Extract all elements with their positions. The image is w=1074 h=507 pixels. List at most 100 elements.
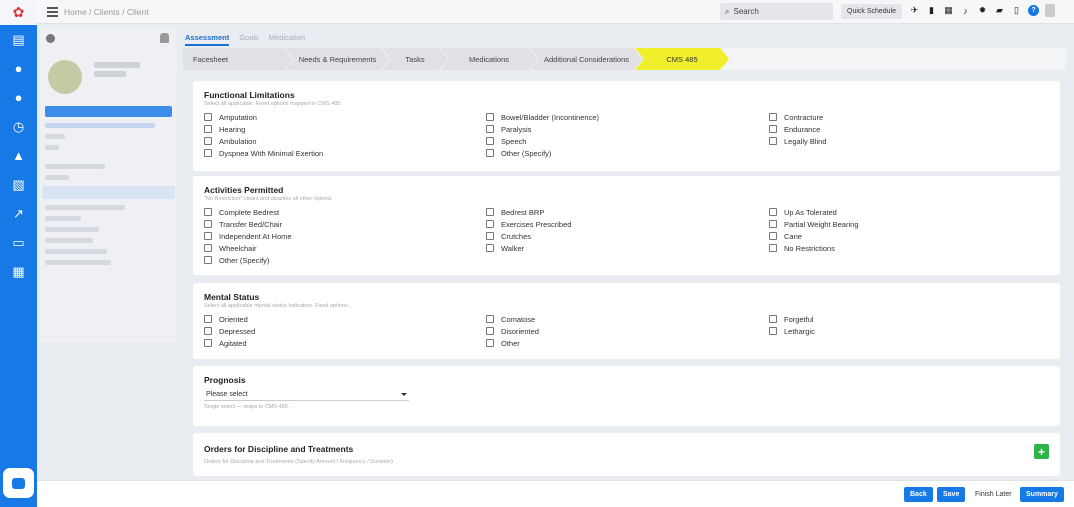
checkbox-option[interactable]: Partial Weight Bearing xyxy=(769,218,858,230)
avatar xyxy=(48,60,82,94)
calendar-icon[interactable]: ▦ xyxy=(943,5,954,16)
checkbox-option[interactable]: Complete Bedrest xyxy=(204,206,292,218)
step-tasks[interactable]: Tasks xyxy=(382,48,448,70)
documents-icon[interactable]: ▦ xyxy=(0,257,37,286)
step-needs-requirements[interactable]: Needs & Requirements xyxy=(285,48,390,70)
search-icon: ⌕ xyxy=(725,6,730,16)
user-icon[interactable]: ● xyxy=(0,83,37,112)
checkbox-option[interactable]: Bedrest BRP xyxy=(486,206,571,218)
tab-goals[interactable]: Goals xyxy=(239,28,259,46)
rocket-icon[interactable]: ✈ xyxy=(909,5,920,16)
checkbox-option[interactable]: Lethargic xyxy=(769,325,815,337)
section-title: Prognosis xyxy=(204,375,246,385)
section-hint: Select all applicable. Fixed options map… xyxy=(204,101,342,107)
footer-bar: Back Save Finish Later Summary xyxy=(37,480,1074,507)
checkbox-option[interactable]: Ambulation xyxy=(204,135,323,147)
gear-icon[interactable]: ✹ xyxy=(977,5,988,16)
tab-medication[interactable]: Medication xyxy=(269,28,305,46)
step-facesheet[interactable]: Facesheet xyxy=(183,48,293,70)
checkbox-option[interactable]: Contracture xyxy=(769,111,827,123)
checkbox-option[interactable]: Comatose xyxy=(486,313,539,325)
user-avatar-icon[interactable] xyxy=(1045,4,1055,17)
checkbox-option[interactable]: Cane xyxy=(769,230,858,242)
checkbox-option[interactable]: Speech xyxy=(486,135,599,147)
checkbox-option[interactable]: Dyspnea With Minimal Exertion xyxy=(204,147,323,159)
help-icon[interactable]: ? xyxy=(1028,5,1039,16)
checkbox-option[interactable]: Agitated xyxy=(204,337,255,349)
dashboard-icon[interactable]: ▤ xyxy=(0,25,37,54)
clock-icon[interactable]: ◷ xyxy=(0,112,37,141)
status-dot-icon xyxy=(46,34,55,43)
checkbox-option[interactable]: Forgetful xyxy=(769,313,815,325)
checkbox-option[interactable]: Bowel/Bladder (Incontinence) xyxy=(486,111,599,123)
app-sidebar-rail: ✿ ▤ ● ● ◷ ▲ ▧ ↗ ▭ ▦ xyxy=(0,0,37,507)
main-content: Assessment Goals Medication Facesheet Ne… xyxy=(183,28,1066,476)
reports-chart-icon[interactable]: ↗ xyxy=(0,199,37,228)
checkbox-option[interactable]: Amputation xyxy=(204,111,323,123)
checkbox-option[interactable]: Other xyxy=(486,337,539,349)
search-input[interactable]: ⌕ Search xyxy=(720,3,833,20)
checkbox-option[interactable]: Endurance xyxy=(769,123,827,135)
orders-card: Orders for Discipline and Treatments Ord… xyxy=(193,433,1060,476)
add-order-button[interactable]: + xyxy=(1034,444,1049,459)
client-action-button[interactable] xyxy=(45,106,172,117)
activities-permitted-card: Activities Permitted "No Restriction" cl… xyxy=(193,176,1060,275)
checkbox-option[interactable]: Paralysis xyxy=(486,123,599,135)
checkbox-option[interactable]: Exercises Prescribed xyxy=(486,218,571,230)
chat-button[interactable] xyxy=(3,468,34,498)
menu-icon[interactable] xyxy=(47,5,58,19)
finish-later-button[interactable]: Finish Later xyxy=(969,487,1018,502)
checkbox-option[interactable]: Other (Specify) xyxy=(486,147,599,159)
app-logo[interactable]: ✿ xyxy=(0,0,37,25)
checkbox-option[interactable]: Independent At Home xyxy=(204,230,292,242)
bookmark-icon[interactable]: ▯ xyxy=(1011,5,1022,16)
top-bar: Home / Clients / Client ⌕ Search Quick S… xyxy=(37,0,1074,24)
clients-icon[interactable]: ● xyxy=(0,54,37,83)
checkbox-option[interactable]: Depressed xyxy=(204,325,255,337)
messages-icon[interactable]: ▰ xyxy=(994,5,1005,16)
mental-status-card: Mental Status Select all applicable ment… xyxy=(193,283,1060,359)
checkbox-option[interactable]: Legally Blind xyxy=(769,135,827,147)
client-name-blurred xyxy=(94,62,140,80)
tab-assessment[interactable]: Assessment xyxy=(185,28,230,46)
client-nav-selected[interactable] xyxy=(42,186,175,199)
client-panel xyxy=(40,28,177,343)
checkbox-option[interactable]: Crutches xyxy=(486,230,571,242)
quick-schedule-button[interactable]: Quick Schedule xyxy=(841,4,903,19)
summary-button[interactable]: Summary xyxy=(1020,487,1064,502)
step-additional-considerations[interactable]: Additional Considerations xyxy=(530,48,643,70)
toolbar-icons: ✈ ▮ ▦ ♪ ✹ ▰ ▯ ? xyxy=(909,4,1055,17)
prognosis-select[interactable]: Please select xyxy=(204,388,409,401)
checkbox-option[interactable]: Walker xyxy=(486,242,571,254)
client-info-blurred xyxy=(45,123,155,128)
chevron-down-icon xyxy=(401,392,407,396)
checkbox-option[interactable]: Oriented xyxy=(204,313,255,325)
step-cms-485[interactable]: CMS 485 xyxy=(635,48,729,70)
checkbox-option[interactable]: Transfer Bed/Chair xyxy=(204,218,292,230)
checkbox-option[interactable]: Other (Specify) xyxy=(204,254,292,266)
checkbox-option[interactable]: No Restrictions xyxy=(769,242,858,254)
checkbox-option[interactable]: Disoriented xyxy=(486,325,539,337)
bell-icon[interactable]: ♪ xyxy=(960,5,971,16)
save-button[interactable]: Save xyxy=(937,487,966,502)
billing-icon[interactable]: ▭ xyxy=(0,228,37,257)
breadcrumb[interactable]: Home / Clients / Client xyxy=(64,7,149,17)
section-title: Activities Permitted xyxy=(204,185,284,195)
functional-limitations-card: Functional Limitations Select all applic… xyxy=(193,81,1060,171)
person-icon[interactable] xyxy=(160,33,169,43)
checkbox-option[interactable]: Hearing xyxy=(204,123,323,135)
step-medications[interactable]: Medications xyxy=(440,48,538,70)
checkbox-option[interactable]: Wheelchair xyxy=(204,242,292,254)
client-nav-blurred xyxy=(45,164,105,169)
section-hint: "No Restriction" clears and disables all… xyxy=(204,196,333,202)
checkbox-option[interactable]: Up As Tolerated xyxy=(769,206,858,218)
schedule-icon[interactable]: ▧ xyxy=(0,170,37,199)
prognosis-selected-value: Please select xyxy=(206,390,248,398)
section-title: Orders for Discipline and Treatments xyxy=(204,444,354,454)
search-label: Search xyxy=(733,7,759,16)
section-title: Mental Status xyxy=(204,292,260,302)
section-hint: Orders for Discipline and Treatments (Sp… xyxy=(204,459,393,465)
document-icon[interactable]: ▮ xyxy=(926,5,937,16)
caregivers-icon[interactable]: ▲ xyxy=(0,141,37,170)
back-button[interactable]: Back xyxy=(904,487,933,502)
